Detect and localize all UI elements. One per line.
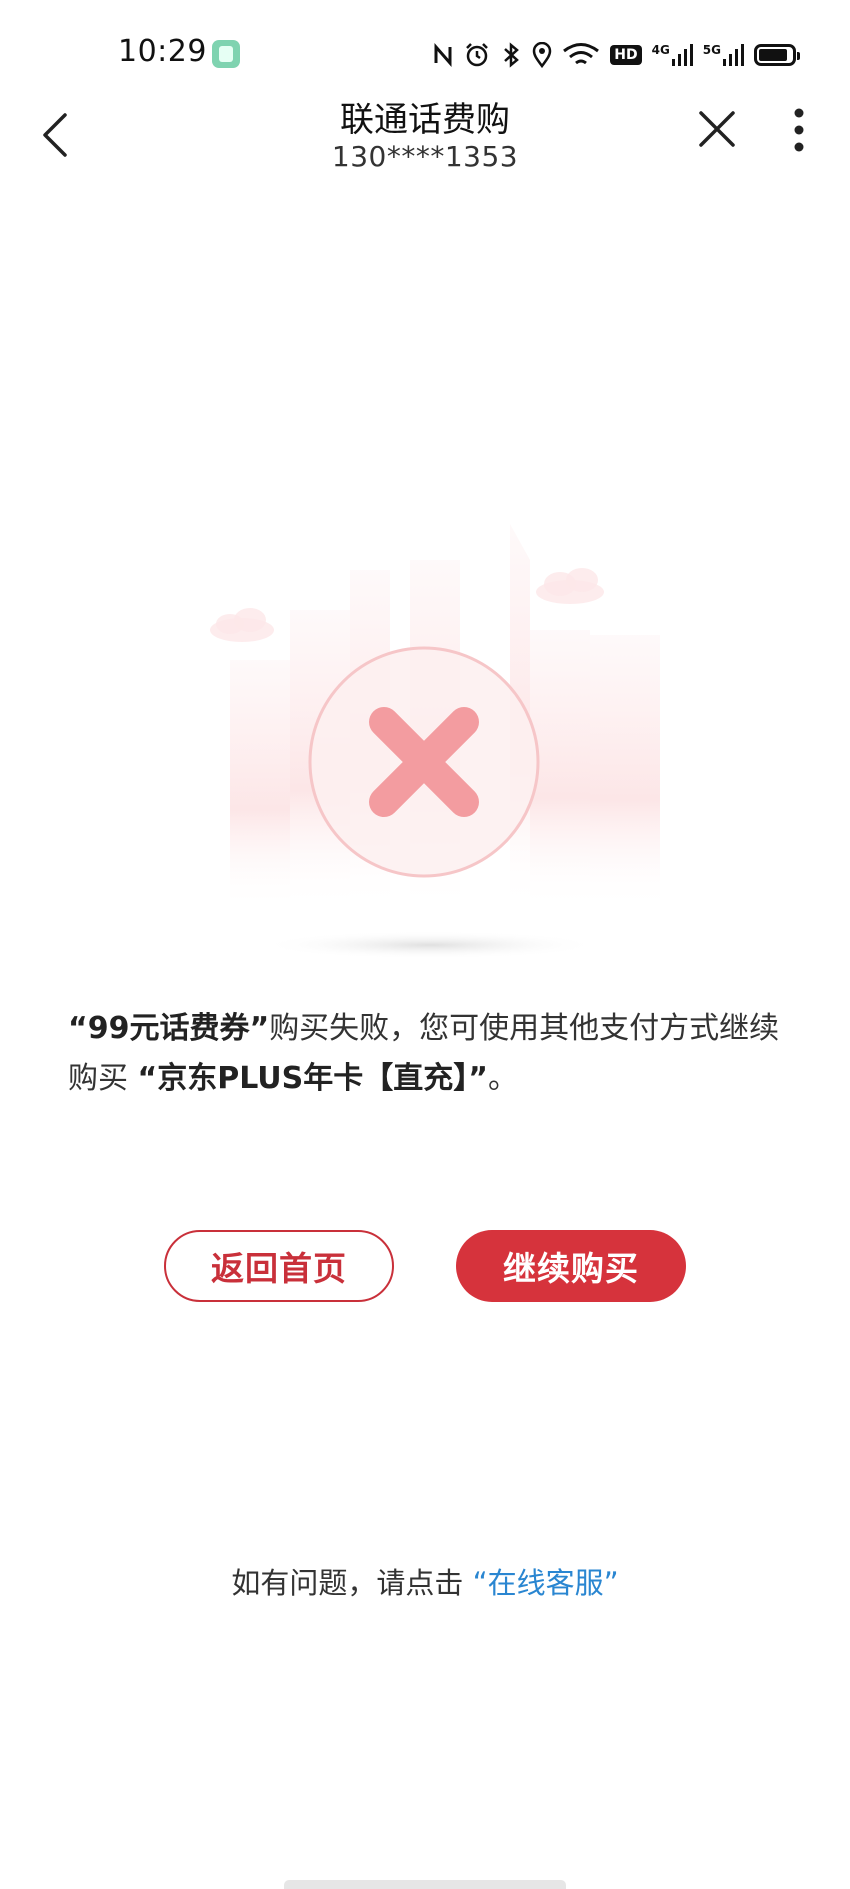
message-end: 。 bbox=[487, 1061, 518, 1096]
continue-purchase-button[interactable]: 继续购买 bbox=[456, 1230, 686, 1302]
nfc-icon bbox=[432, 43, 454, 67]
payment-failed-icon bbox=[308, 646, 540, 878]
online-service-link[interactable]: “在线客服” bbox=[473, 1566, 619, 1600]
product-name: “京东PLUS年卡【直充】” bbox=[137, 1061, 488, 1096]
signal-4g-label: 4G bbox=[651, 43, 670, 57]
item-name: “99元话费券” bbox=[68, 1011, 270, 1046]
signal-4g-icon: 4G bbox=[652, 43, 693, 67]
close-button[interactable] bbox=[694, 106, 740, 152]
title-bar: 联通话费购 130****1353 bbox=[0, 92, 850, 182]
wifi-icon bbox=[562, 42, 600, 68]
home-indicator[interactable] bbox=[284, 1880, 566, 1889]
status-time: 10:29 bbox=[118, 34, 207, 69]
notes-app-icon bbox=[212, 40, 240, 68]
more-button[interactable] bbox=[784, 106, 814, 154]
back-to-home-button[interactable]: 返回首页 bbox=[164, 1230, 394, 1302]
close-icon bbox=[699, 111, 735, 147]
more-vertical-icon bbox=[794, 108, 804, 152]
payment-failed-illustration bbox=[170, 500, 690, 980]
status-icons: HD 4G 5G bbox=[432, 38, 800, 72]
help-text: 如有问题，请点击 bbox=[231, 1566, 464, 1600]
location-icon bbox=[532, 42, 552, 68]
signal-5g-label: 5G bbox=[702, 43, 721, 57]
battery-icon bbox=[754, 44, 800, 66]
bluetooth-icon bbox=[500, 42, 522, 68]
help-line: 如有问题，请点击 “在线客服” bbox=[0, 1560, 850, 1602]
signal-5g-icon: 5G bbox=[703, 43, 744, 67]
failure-message: “99元话费券”购买失败，您可使用其他支付方式继续购买 “京东PLUS年卡【直充… bbox=[68, 1004, 788, 1104]
hd-icon: HD bbox=[610, 45, 642, 65]
alarm-icon bbox=[464, 42, 490, 68]
status-bar: 10:29 HD 4G 5G bbox=[0, 0, 850, 100]
